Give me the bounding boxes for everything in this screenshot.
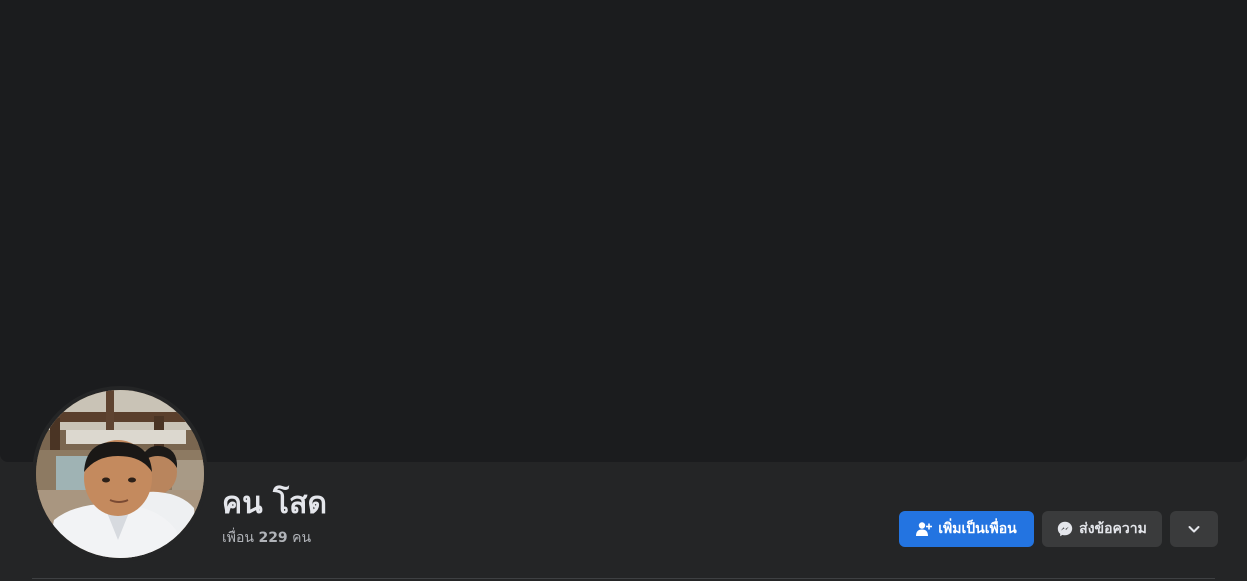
send-message-button[interactable]: ส่งข้อความ [1042, 511, 1162, 547]
cover-photo[interactable] [0, 0, 1247, 462]
more-options-button[interactable] [1170, 511, 1218, 547]
friends-label: เพื่อน [222, 530, 254, 546]
add-friend-label: เพิ่มเป็นเพื่อน [938, 521, 1017, 537]
chevron-down-icon [1187, 522, 1201, 536]
messenger-icon [1057, 521, 1073, 537]
profile-avatar[interactable] [36, 390, 204, 558]
send-message-label: ส่งข้อความ [1079, 521, 1147, 537]
profile-name: คน โสด [222, 486, 327, 521]
add-friend-button[interactable]: เพิ่มเป็นเพื่อน [899, 511, 1034, 547]
avatar-photo [36, 390, 204, 558]
friends-count-link[interactable]: เพื่อน 229 คน [222, 528, 311, 548]
add-friend-icon [916, 521, 933, 537]
profile-page: คน โสด เพื่อน 229 คน เพิ่มเป็นเพื่อน ส่ง… [0, 0, 1247, 581]
friends-unit: คน [292, 530, 312, 546]
friends-count: 229 [258, 530, 288, 546]
profile-divider [32, 578, 1215, 579]
